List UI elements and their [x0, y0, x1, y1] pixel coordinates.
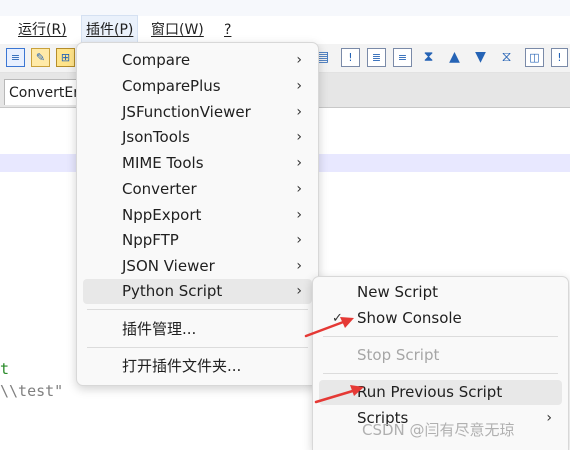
menu-separator [323, 373, 558, 374]
chevron-right-icon: › [296, 232, 302, 248]
annotation-arrow-icon [314, 385, 364, 404]
chevron-right-icon: › [296, 181, 302, 197]
menu-item-stop-script: Stop Script [357, 346, 440, 364]
info-icon[interactable]: ! [551, 48, 568, 67]
chevron-right-icon: › [546, 410, 552, 426]
menu-separator [87, 309, 308, 310]
watermark: CSDN @闫有尽意无琼 [362, 421, 515, 439]
menu-item-jsontools[interactable]: JsonTools › [83, 125, 312, 150]
menu-item-new-script[interactable]: New Script [319, 280, 562, 305]
menu-separator [87, 347, 308, 348]
list-icon[interactable]: ≣ [367, 48, 386, 67]
bookmark-icon[interactable]: ! [341, 48, 360, 67]
menu-item-mime-tools[interactable]: MIME Tools › [83, 151, 312, 176]
arrow-down-icon[interactable]: ▼ [471, 48, 490, 67]
note-icon[interactable]: ✎ [31, 48, 50, 67]
menu-item-json-viewer[interactable]: JSON Viewer › [83, 254, 312, 279]
chevron-right-icon: › [296, 104, 302, 120]
chevron-right-icon: › [296, 283, 302, 299]
collapse-icon[interactable]: ⧗ [419, 48, 438, 67]
title-strip [0, 0, 570, 16]
menu-item-jsfunctionviewer[interactable]: JSFunctionViewer › [83, 100, 312, 125]
columns-icon[interactable]: ◫ [525, 48, 544, 67]
arrow-up-icon[interactable]: ▲ [445, 48, 464, 67]
chevron-right-icon: › [296, 258, 302, 274]
menu-help[interactable]: ? [220, 16, 235, 44]
chevron-right-icon: › [296, 52, 302, 68]
code-line: t [0, 360, 10, 378]
list-remove-icon[interactable]: ≡ [393, 48, 412, 67]
plugins-menu: Compare › ComparePlus › JSFunctionViewer › … [76, 42, 319, 386]
menu-window[interactable]: 窗口(W) [147, 16, 208, 44]
chevron-right-icon: › [296, 129, 302, 145]
map-icon[interactable]: ⊞ [56, 48, 75, 67]
annotation-arrow-icon [304, 317, 354, 338]
chevron-right-icon: › [296, 207, 302, 223]
menu-plugins[interactable]: 插件(P) [81, 15, 139, 45]
code-line: \\test" [0, 382, 64, 400]
chevron-right-icon: › [296, 78, 302, 94]
menu-item-open-plugins-folder[interactable]: 打开插件文件夹... [83, 354, 312, 379]
menu-item-nppexport[interactable]: NppExport › [83, 203, 312, 228]
menu-item-compareplus[interactable]: ComparePlus › [83, 74, 312, 99]
menu-run[interactable]: 运行(R) [14, 16, 71, 44]
align-left-icon[interactable]: ≡ [6, 48, 25, 67]
expand-icon[interactable]: ⧖ [497, 48, 516, 67]
menu-item-python-script[interactable]: Python Script › [83, 279, 312, 304]
menubar: 运行(R) 插件(P) 窗口(W) ? [0, 15, 570, 45]
menu-item-compare[interactable]: Compare › [83, 48, 312, 73]
menu-item-nppftp[interactable]: NppFTP › [83, 228, 312, 253]
chevron-right-icon: › [296, 155, 302, 171]
menu-item-plugin-admin[interactable]: 插件管理... [83, 317, 312, 342]
menu-item-converter[interactable]: Converter › [83, 177, 312, 202]
